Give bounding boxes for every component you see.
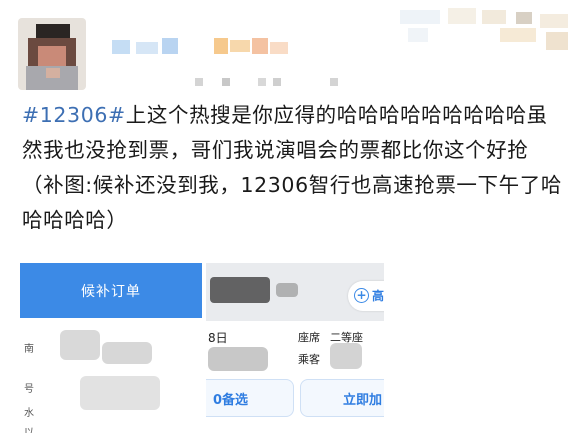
hashtag-link[interactable]: #12306# — [22, 103, 126, 127]
blurred-region — [80, 376, 160, 410]
pill-text-fragment: 高 — [372, 289, 384, 303]
post-text: #12306#上这个热搜是你应得的哈哈哈哈哈哈哈哈哈虽然我也没抢到票，哥们我说演… — [22, 98, 567, 238]
join-now-button[interactable]: 立即加 — [300, 379, 384, 417]
order-details-area: 南 号 水 以 — [20, 318, 202, 433]
blurred-region — [276, 283, 298, 297]
blurred-region — [208, 347, 268, 371]
alternate-button-label: 0备选 — [213, 393, 249, 408]
blurred-region — [60, 330, 100, 360]
label-fragment: 南 — [24, 344, 34, 355]
attached-image-right[interactable]: + 高 8日 座席 二等座 乘客 0备选 立即加 — [206, 263, 384, 433]
alternate-button[interactable]: 0备选 — [206, 379, 294, 417]
passenger-label: 乘客 — [298, 353, 320, 366]
blurred-region — [102, 342, 152, 364]
label-fragment: 以 — [24, 424, 34, 433]
avatar[interactable] — [18, 18, 86, 90]
plus-circle-icon: + — [354, 288, 369, 303]
add-train-pill[interactable]: + 高 — [348, 281, 384, 311]
label-fragment: 水 — [24, 408, 34, 419]
blurred-region — [210, 277, 270, 303]
attached-image-left[interactable]: 候补订单 南 号 水 以 — [20, 263, 202, 433]
date-fragment: 8日 — [208, 331, 228, 345]
join-now-button-label: 立即加 — [343, 393, 383, 408]
seat-label: 座席 — [298, 331, 320, 344]
label-fragment: 号 — [24, 384, 34, 395]
waitlist-order-header: 候补订单 — [20, 263, 202, 318]
blurred-region — [330, 343, 362, 369]
